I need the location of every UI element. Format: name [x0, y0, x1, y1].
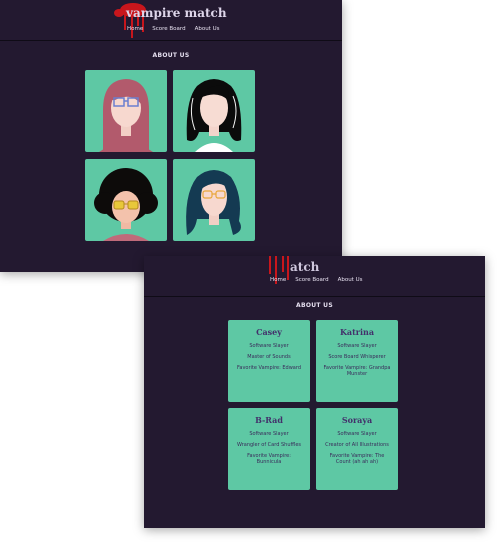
portrait-casey	[85, 70, 167, 152]
site-logo[interactable]: vampire match	[126, 6, 227, 20]
team-member-role: Software Slayer	[337, 343, 377, 349]
nav-score-board[interactable]: Score Board	[152, 26, 185, 32]
site-header: atch Home Score Board About Us	[144, 256, 485, 297]
team-card-soraya: Soraya Software Slayer Creator of All Il…	[316, 408, 398, 490]
nav-home[interactable]: Home	[270, 277, 286, 283]
team-member-name: B-Rad	[255, 415, 283, 425]
team-member-favorite-vampire: Favorite Vampire: Bunnicula	[247, 453, 291, 465]
nav-home[interactable]: Home	[127, 26, 143, 32]
team-card-casey: Casey Software Slayer Master of Sounds F…	[228, 320, 310, 402]
team-member-name: Katrina	[339, 327, 375, 337]
portrait-katrina	[173, 70, 255, 152]
team-member-favorite-vampire: Favorite Vampire: Edward	[236, 365, 302, 371]
team-member-specialty: Wrangler of Card Shuffles	[236, 442, 301, 448]
about-page-cards-screenshot: atch Home Score Board About Us ABOUT US …	[144, 256, 485, 528]
nav-score-board[interactable]: Score Board	[295, 277, 328, 283]
team-member-role: Software Slayer	[337, 431, 377, 437]
site-logo-fragment[interactable]: atch	[290, 260, 319, 274]
team-member-specialty: Score Board Whisperer	[328, 354, 386, 360]
portrait-soraya	[173, 159, 255, 241]
team-member-favorite-vampire: Favorite Vampire: Grandpa Munster	[323, 365, 391, 377]
portrait-b-rad	[85, 159, 167, 241]
team-member-role: Software Slayer	[249, 431, 289, 437]
site-header: vampire match Home Score Board About Us	[0, 0, 342, 41]
team-member-name: Soraya	[341, 415, 373, 425]
team-member-role: Software Slayer	[249, 343, 289, 349]
team-card-b-rad: B-Rad Software Slayer Wrangler of Card S…	[228, 408, 310, 490]
page-title: ABOUT US	[152, 52, 190, 59]
nav-about-us[interactable]: About Us	[195, 26, 220, 32]
team-member-specialty: Master of Sounds	[247, 354, 291, 360]
team-member-favorite-vampire: Favorite Vampire: The Count (ah ah ah)	[329, 453, 385, 465]
main-nav: Home Score Board About Us	[127, 26, 219, 32]
about-page-portraits-screenshot: vampire match Home Score Board About Us …	[0, 0, 342, 272]
page-title: ABOUT US	[296, 302, 333, 309]
team-member-name: Casey	[256, 327, 282, 337]
nav-about-us[interactable]: About Us	[338, 277, 363, 283]
team-member-specialty: Creator of All Illustrations	[325, 442, 389, 448]
main-nav: Home Score Board About Us	[270, 277, 362, 283]
team-card-katrina: Katrina Software Slayer Score Board Whis…	[316, 320, 398, 402]
